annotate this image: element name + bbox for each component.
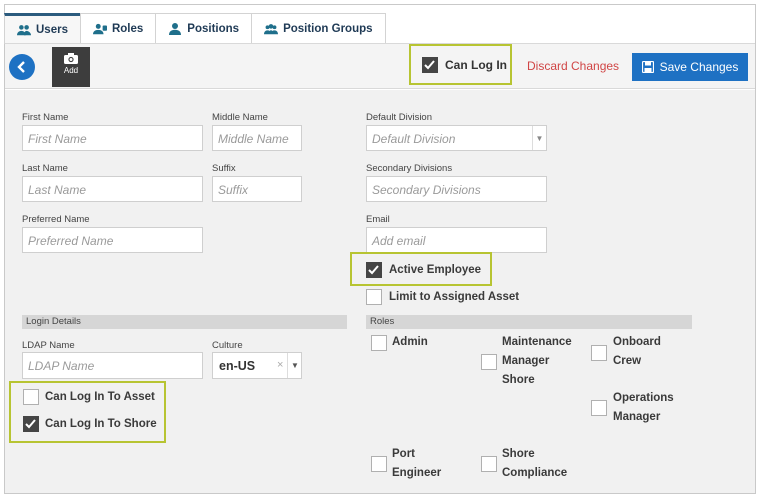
can-log-in-to-asset-checkbox[interactable] [23, 389, 39, 405]
preferred-name-label: Preferred Name [22, 214, 90, 225]
can-log-in-to-shore-checkbox[interactable] [23, 416, 39, 432]
default-division-select[interactable]: Default Division ▼ [366, 125, 547, 151]
tab-users-label: Users [36, 24, 68, 36]
camera-icon [64, 53, 78, 64]
role-maintenance-manager-shore-label: Maintenance Manager Shore [502, 333, 572, 390]
role-label-line: Manager [502, 355, 550, 367]
chevron-left-icon [17, 61, 25, 73]
role-onboard-crew-checkbox[interactable] [591, 345, 607, 361]
ldap-name-label: LDAP Name [22, 340, 75, 351]
role-admin-checkbox[interactable] [371, 335, 387, 351]
last-name-label: Last Name [22, 163, 68, 174]
limit-to-assigned-asset-checkbox[interactable] [366, 289, 382, 305]
groups-icon [264, 24, 279, 35]
active-employee-label: Active Employee [389, 264, 482, 276]
discard-changes-link[interactable]: Discard Changes [527, 59, 619, 73]
tab-position-groups[interactable]: Position Groups [251, 13, 386, 44]
can-log-in-checkbox[interactable] [422, 56, 438, 73]
role-label-line: Maintenance [502, 336, 572, 348]
back-button[interactable] [9, 54, 35, 80]
save-changes-button[interactable]: Save Changes [632, 53, 748, 81]
first-name-input[interactable]: First Name [22, 125, 203, 151]
tab-bar: Users Roles Positions Position Groups [4, 13, 386, 44]
can-log-in-to-asset-label: Can Log In To Asset [45, 391, 155, 403]
chevron-down-icon[interactable]: ▼ [287, 353, 302, 378]
save-icon [641, 61, 654, 73]
check-icon [368, 265, 379, 275]
role-label-line: Port [392, 448, 415, 460]
tab-positions-label: Positions [187, 23, 240, 35]
secondary-divisions-label: Secondary Divisions [366, 163, 453, 174]
email-input[interactable]: Add email [366, 227, 547, 253]
roles-header: Roles [366, 315, 692, 329]
limit-to-assigned-asset-label: Limit to Assigned Asset [389, 291, 520, 303]
tab-roles-label: Roles [111, 23, 144, 35]
role-shore-compliance-checkbox[interactable] [481, 456, 497, 472]
middle-name-label: Middle Name [212, 112, 268, 123]
role-onboard-crew-label: Onboard Crew [613, 333, 661, 371]
login-details-header: Login Details [22, 315, 347, 329]
suffix-input[interactable]: Suffix [212, 176, 302, 202]
tab-users[interactable]: Users [4, 13, 81, 44]
users-icon [17, 25, 31, 36]
first-name-label: First Name [22, 112, 69, 123]
culture-label: Culture [212, 340, 243, 351]
culture-value: en-US [219, 359, 256, 373]
check-icon [25, 419, 36, 429]
role-port-engineer-label: Port Engineer [392, 445, 441, 483]
role-label-line: Compliance [502, 467, 568, 479]
role-label-line: Engineer [392, 467, 442, 479]
role-label-line: Shore [502, 448, 535, 460]
can-log-in-to-shore-label: Can Log In To Shore [45, 418, 157, 430]
role-label-line: Manager [613, 411, 661, 423]
roles-icon [92, 23, 107, 35]
role-port-engineer-checkbox[interactable] [371, 456, 387, 472]
middle-name-input[interactable]: Middle Name [212, 125, 302, 151]
role-admin-label: Admin [392, 336, 428, 348]
add-photo-label: Add [63, 66, 79, 75]
secondary-divisions-input[interactable]: Secondary Divisions [366, 176, 547, 202]
active-employee-checkbox[interactable] [366, 262, 382, 278]
role-label-line: Operations [613, 392, 674, 404]
default-division-placeholder: Default Division [372, 132, 456, 146]
last-name-input[interactable]: Last Name [22, 176, 203, 202]
role-label-line: Crew [613, 355, 642, 367]
add-photo-button[interactable]: Add [52, 47, 90, 87]
preferred-name-input[interactable]: Preferred Name [22, 227, 203, 253]
ldap-name-input[interactable]: LDAP Name [22, 352, 203, 379]
tab-roles[interactable]: Roles [79, 13, 157, 44]
role-maintenance-manager-shore-checkbox[interactable] [481, 354, 497, 370]
role-operations-manager-checkbox[interactable] [591, 400, 607, 416]
culture-select[interactable]: en-US × ▼ [212, 352, 302, 379]
user-form: First Name First Name Middle Name Middle… [5, 90, 755, 493]
role-label-line: Onboard [613, 336, 661, 348]
tab-positions[interactable]: Positions [155, 13, 253, 44]
tab-position-groups-label: Position Groups [283, 23, 373, 35]
suffix-label: Suffix [212, 163, 236, 174]
save-changes-label: Save Changes [659, 60, 739, 74]
person-icon [169, 23, 182, 35]
role-operations-manager-label: Operations Manager [613, 389, 674, 427]
email-label: Email [366, 214, 390, 225]
role-label-line: Shore [502, 374, 535, 386]
role-shore-compliance-label: Shore Compliance [502, 445, 567, 483]
can-log-in-toggle[interactable]: Can Log In [409, 44, 512, 85]
clear-icon[interactable]: × [277, 359, 283, 371]
default-division-label: Default Division [366, 112, 432, 123]
chevron-down-icon[interactable]: ▼ [532, 126, 546, 150]
toolbar: Add Can Log In Discard Changes Save Chan… [5, 43, 755, 89]
check-icon [424, 59, 435, 69]
can-log-in-label: Can Log In [445, 57, 507, 72]
